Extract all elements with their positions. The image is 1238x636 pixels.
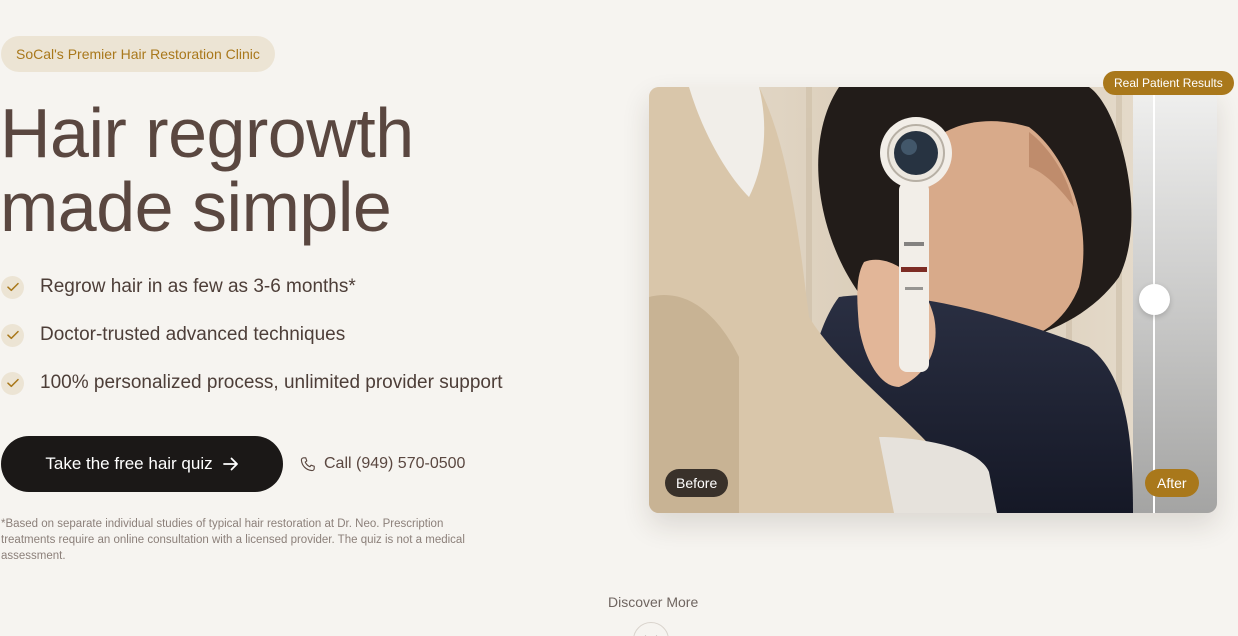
eyebrow-text: SoCal's Premier Hair Restoration Clinic xyxy=(16,46,260,62)
page-title: Hair regrowth made simple xyxy=(0,96,414,244)
take-quiz-label: Take the free hair quiz xyxy=(45,454,213,473)
cta-row: Take the free hair quiz Call (949) 570-0… xyxy=(1,436,465,492)
chevron-down-icon xyxy=(644,631,658,636)
phone-icon xyxy=(299,456,316,473)
hero-section: SoCal's Premier Hair Restoration Clinic … xyxy=(0,0,1238,636)
disclaimer-text: *Based on separate individual studies of… xyxy=(1,518,465,562)
real-results-label: Real Patient Results xyxy=(1114,76,1223,90)
comparison-slider-handle[interactable] xyxy=(1139,284,1170,315)
benefit-text: 100% personalized process, unlimited pro… xyxy=(40,372,503,393)
benefit-text: Regrow hair in as few as 3-6 months* xyxy=(40,276,356,297)
benefit-text: Doctor-trusted advanced techniques xyxy=(40,324,346,345)
benefit-item: Doctor-trusted advanced techniques xyxy=(1,316,503,354)
call-label: Call (949) 570-0500 xyxy=(324,455,466,472)
discover-more-button[interactable] xyxy=(633,622,669,636)
call-link[interactable]: Call (949) 570-0500 xyxy=(299,455,465,473)
after-label-text: After xyxy=(1157,475,1187,491)
before-label-text: Before xyxy=(676,475,718,491)
check-icon xyxy=(1,323,24,347)
eyebrow-badge: SoCal's Premier Hair Restoration Clinic xyxy=(1,36,275,72)
arrow-right-icon xyxy=(222,457,239,471)
page-title-line-1: Hair regrowth xyxy=(0,94,414,172)
discover-more-link[interactable]: Discover More xyxy=(608,594,698,610)
benefits-list: Regrow hair in as few as 3-6 months* Doc… xyxy=(1,268,503,412)
check-icon xyxy=(1,371,24,395)
benefit-item: Regrow hair in as few as 3-6 months* xyxy=(1,268,503,306)
discover-more-label: Discover More xyxy=(608,594,699,610)
page-title-line-2: made simple xyxy=(0,168,392,246)
after-label: After xyxy=(1145,469,1199,497)
benefit-item: 100% personalized process, unlimited pro… xyxy=(1,364,503,402)
before-after-comparison: Before After xyxy=(649,87,1217,513)
patient-scalp-exam-photo xyxy=(649,87,1217,513)
take-quiz-button[interactable]: Take the free hair quiz xyxy=(1,436,283,492)
before-label: Before xyxy=(665,469,729,497)
check-icon xyxy=(1,275,24,299)
real-results-badge: Real Patient Results xyxy=(1103,71,1234,95)
